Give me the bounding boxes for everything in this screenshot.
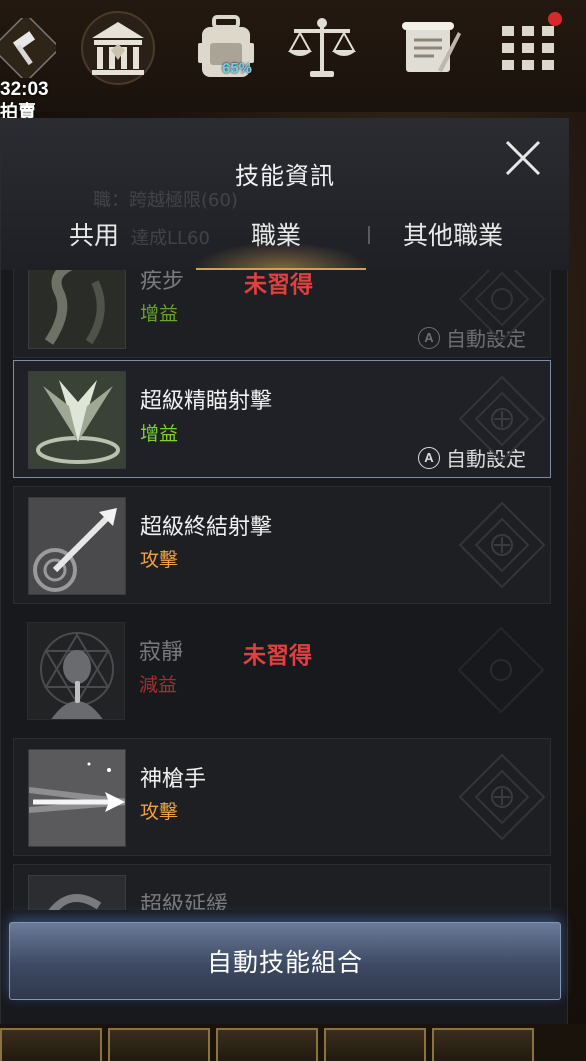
skill-row[interactable]: 超級終結射擊 攻擊 <box>13 486 551 604</box>
close-icon <box>505 140 541 176</box>
tab-common[interactable]: 共用 <box>69 216 119 252</box>
auto-skill-combo-button[interactable]: 自動技能組合 <box>9 922 561 1000</box>
panel-header: 職：跨越極限(60) 達成LL60 技能資訊 共用 職業 其他職業 <box>1 118 569 270</box>
skill-slot-diamond-icon[interactable] <box>454 497 550 593</box>
skill-name: 超級延緩 <box>140 893 229 910</box>
scroll-icon[interactable] <box>390 8 470 88</box>
unlearned-label: 未習得 <box>244 272 313 298</box>
skill-name: 神槍手 <box>140 767 207 792</box>
skill-icon-swift-step <box>28 270 126 349</box>
skill-row[interactable]: 寂靜 減益 未習得 <box>13 612 551 730</box>
skill-name: 超級終結射擊 <box>140 515 273 540</box>
skill-type: 攻擊 <box>140 549 179 571</box>
skill-icon-silence <box>27 622 125 720</box>
tab-divider <box>368 226 370 244</box>
skill-name: 寂靜 <box>139 640 184 665</box>
top-hud: 32:03 拍賣 65% <box>0 0 586 123</box>
quick-slot[interactable] <box>108 1028 210 1061</box>
skill-icon-super-aimed-shot <box>28 371 126 469</box>
quick-slot[interactable] <box>324 1028 426 1061</box>
unlearned-label: 未習得 <box>243 643 312 669</box>
quick-slot[interactable] <box>432 1028 534 1061</box>
auto-icon: A <box>418 446 440 469</box>
skill-name: 疾步 <box>140 270 185 294</box>
close-button[interactable] <box>501 136 545 180</box>
skill-type: 增益 <box>140 303 179 325</box>
skill-row[interactable]: 神槍手 攻擊 <box>13 738 551 856</box>
skill-type: 攻擊 <box>140 801 179 823</box>
bottom-quick-slots <box>0 1024 586 1061</box>
skill-type: 減益 <box>139 674 178 696</box>
auction-timer: 32:03 <box>0 79 49 100</box>
skill-type: 增益 <box>140 423 179 445</box>
skill-row[interactable]: 超級延緩 <box>13 864 551 910</box>
skill-row-selected[interactable]: 超級精瞄射擊 增益 A 自動設定 <box>13 360 551 478</box>
skill-info-panel: 職：跨越極限(60) 達成LL60 技能資訊 共用 職業 其他職業 疾步 增益 … <box>0 118 569 1024</box>
skill-list[interactable]: 疾步 增益 未習得 A 自動設定 超級精瞄射擊 增益 A 自動設定 超級終結射擊… <box>1 270 569 910</box>
scales-icon[interactable] <box>282 8 362 88</box>
skill-slot-diamond-icon[interactable] <box>454 270 550 347</box>
tab-other-classes[interactable]: 其他職業 <box>403 216 503 252</box>
skill-name: 超級精瞄射擊 <box>140 389 273 414</box>
skill-icon-super-delay <box>28 875 126 910</box>
tab-class[interactable]: 職業 <box>251 216 301 252</box>
skill-icon-super-final-shot <box>28 497 126 595</box>
hammer-icon[interactable] <box>0 8 66 88</box>
bag-capacity-percent: 65% <box>222 60 253 77</box>
quick-slot[interactable] <box>216 1028 318 1061</box>
skill-slot-diamond-icon[interactable] <box>454 749 550 845</box>
notification-dot <box>548 12 562 26</box>
auto-icon: A <box>418 326 440 349</box>
skill-row[interactable]: 疾步 增益 未習得 A 自動設定 <box>13 270 551 358</box>
guild-hall-icon[interactable] <box>78 8 158 88</box>
skill-slot-diamond-icon[interactable] <box>454 371 550 467</box>
panel-title: 技能資訊 <box>235 162 335 190</box>
quick-slot[interactable] <box>0 1028 102 1061</box>
skill-slot-diamond-icon[interactable] <box>453 622 549 718</box>
skill-icon-marksman <box>28 749 126 847</box>
